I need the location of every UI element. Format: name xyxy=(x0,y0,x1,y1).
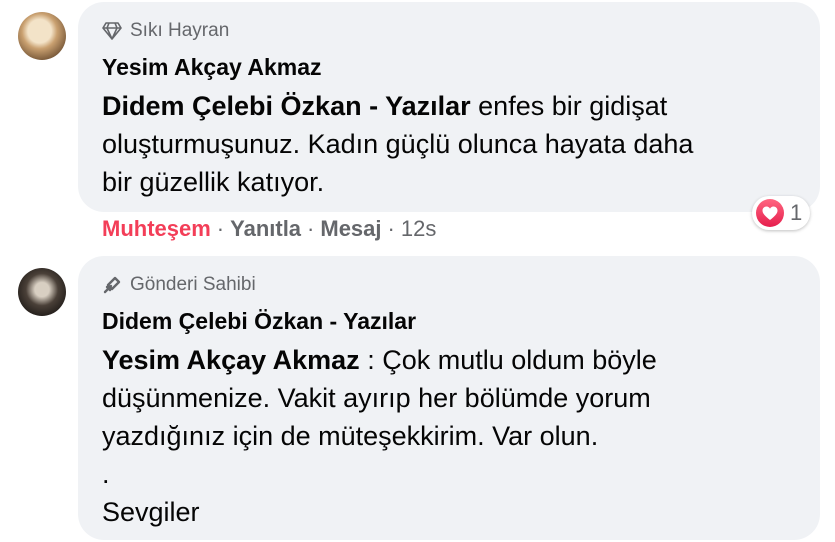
badge-label: Sıkı Hayran xyxy=(130,20,230,41)
comment-actions: Muhteşem · Yanıtla · Mesaj · 12s xyxy=(102,216,437,242)
comment-line: Didem Çelebi Özkan - Yazılar enfes bir g… xyxy=(102,91,668,121)
comment-line: Sevgiler xyxy=(102,497,200,527)
commenter-avatar[interactable] xyxy=(18,12,66,60)
reaction-count: 1 xyxy=(790,200,803,225)
reply-text: Yesim Akçay Akmaz : Çok mutlu oldum böyl… xyxy=(102,341,802,531)
reaction-summary[interactable]: 1 xyxy=(752,196,811,230)
diamond-icon xyxy=(102,22,122,40)
comment-line: düşünmenize. Vakit ayırıp her bölümde yo… xyxy=(102,383,651,413)
megaphone-icon xyxy=(102,275,122,295)
comment-line: Yesim Akçay Akmaz : Çok mutlu oldum böyl… xyxy=(102,345,657,375)
author-avatar[interactable] xyxy=(18,268,66,316)
badge-label: Gönderi Sahibi xyxy=(130,274,256,295)
reply-author[interactable]: Didem Çelebi Özkan - Yazılar xyxy=(102,308,416,335)
comment-author[interactable]: Yesim Akçay Akmaz xyxy=(102,54,322,81)
mention-link[interactable]: Didem Çelebi Özkan - Yazılar xyxy=(102,91,471,121)
timestamp[interactable]: 12s xyxy=(401,216,436,242)
comment-line: bir güzellik katıyor. xyxy=(102,167,325,197)
author-badge[interactable]: Gönderi Sahibi xyxy=(102,274,256,296)
reply-button[interactable]: Yanıtla xyxy=(230,216,301,242)
comment-text: Didem Çelebi Özkan - Yazılar enfes bir g… xyxy=(102,87,802,201)
love-heart-icon xyxy=(756,199,784,227)
comment-line: oluşturmuşunuz. Kadın güçlü olunca hayat… xyxy=(102,129,694,159)
fan-badge[interactable]: Sıkı Hayran xyxy=(102,20,229,42)
reply-bubble: Gönderi Sahibi Didem Çelebi Özkan - Yazı… xyxy=(78,256,820,540)
mention-link[interactable]: Yesim Akçay Akmaz xyxy=(102,345,360,375)
comment-line: yazdığınız için de müteşekkirim. Var olu… xyxy=(102,421,599,451)
comment-line: . xyxy=(102,459,110,489)
reaction-button[interactable]: Muhteşem xyxy=(102,216,211,242)
comment-bubble: Sıkı Hayran Yesim Akçay Akmaz Didem Çele… xyxy=(78,2,820,212)
message-button[interactable]: Mesaj xyxy=(320,216,381,242)
